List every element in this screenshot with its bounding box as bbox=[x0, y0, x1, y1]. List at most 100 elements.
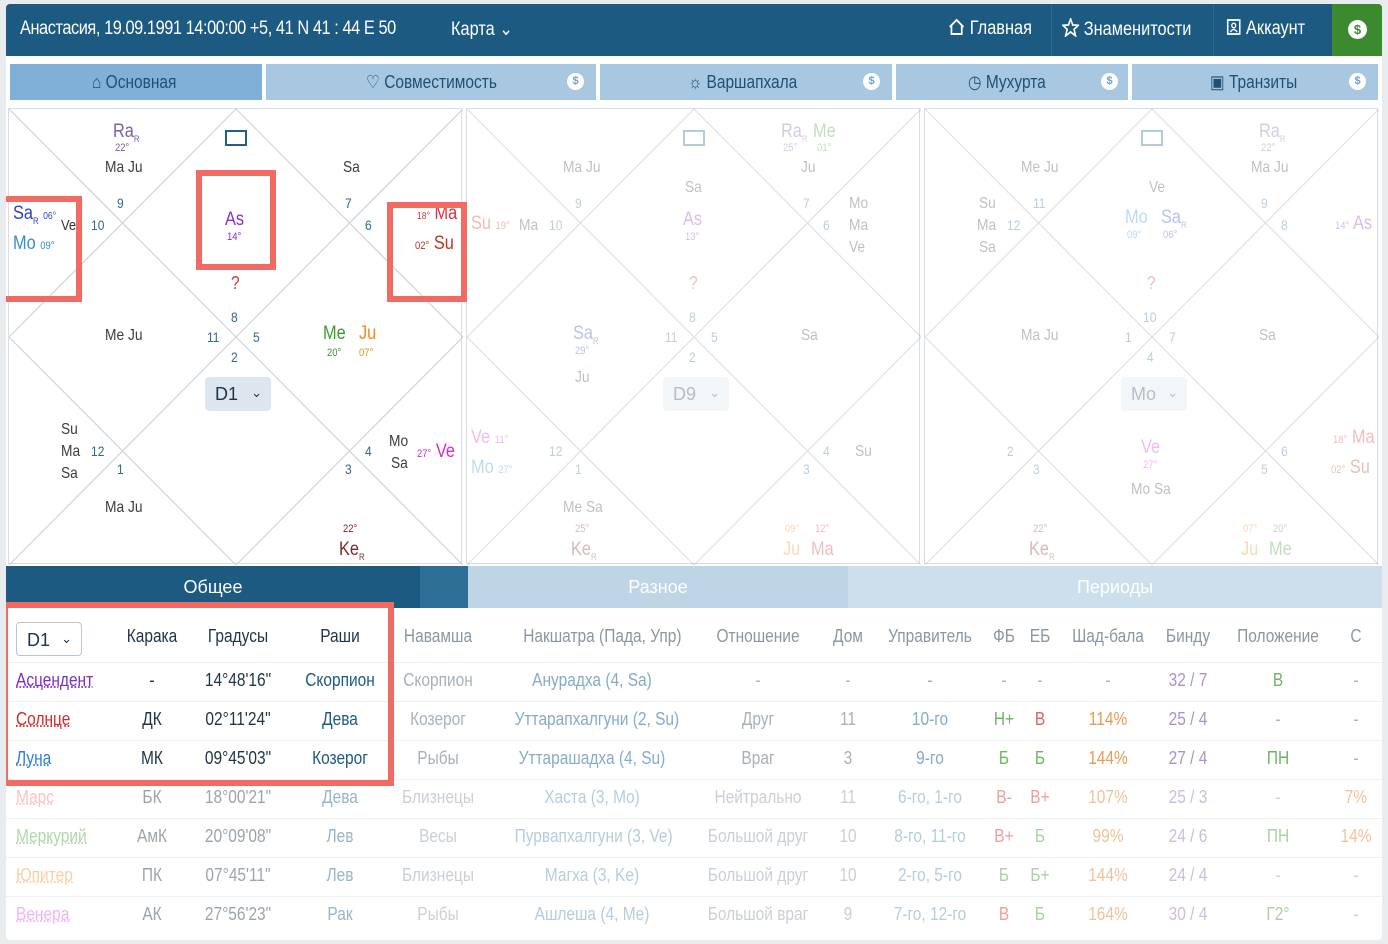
select-value: Mo bbox=[1131, 384, 1157, 404]
table-cell-nav: Близнецы bbox=[402, 865, 474, 885]
planet-me[interactable]: Me bbox=[813, 121, 836, 143]
house-number: 9 bbox=[117, 195, 124, 211]
planet-ma[interactable]: Ma bbox=[811, 539, 834, 561]
table-cell-nak[interactable]: Ашлеша (4, Me) bbox=[515, 904, 670, 925]
chart-division-select[interactable]: D1 ⌄ bbox=[205, 377, 271, 411]
planet-sa2: Sa bbox=[61, 465, 78, 482]
house-number: 5 bbox=[711, 329, 718, 345]
planet-name-link[interactable]: Луна bbox=[16, 748, 51, 769]
planet-su[interactable]: Su 19° bbox=[471, 213, 510, 235]
planet-as[interactable]: As bbox=[225, 209, 244, 231]
planet-ve[interactable]: Ve 11° bbox=[471, 427, 508, 449]
table-cell-nav: Рыбы bbox=[417, 748, 459, 768]
planet-group: Me Ju bbox=[1021, 159, 1059, 176]
planet-name-link[interactable]: Солнце bbox=[16, 709, 70, 730]
account-icon bbox=[1226, 19, 1241, 35]
nav-home-label: Главная bbox=[969, 18, 1032, 39]
map-menu[interactable]: Карта ⌄ bbox=[451, 18, 513, 41]
house-number: 4 bbox=[365, 443, 372, 459]
house-number: 10 bbox=[549, 217, 563, 233]
house-number: 2 bbox=[1007, 443, 1014, 459]
planet-mo[interactable]: Mo 27° bbox=[471, 457, 513, 479]
table-column-header[interactable]: Навамша bbox=[369, 626, 507, 647]
planet-degree: 13° bbox=[685, 231, 700, 243]
tab-misc[interactable]: Разное bbox=[468, 566, 848, 608]
planet-su[interactable]: 02° Su bbox=[415, 233, 454, 255]
table-column-header[interactable]: Накшатра (Пада, Упр) bbox=[523, 626, 681, 647]
tab-muhurta[interactable]: ◷ Мухурта $ bbox=[896, 64, 1128, 100]
planet-ra[interactable]: RaR bbox=[1259, 121, 1285, 144]
table-cell-nak[interactable]: Уттарапхалгуни (2, Su) bbox=[515, 709, 680, 730]
map-menu-label: Карта bbox=[451, 19, 495, 40]
tab-general[interactable]: Общее bbox=[6, 566, 420, 608]
planet-me[interactable]: Me bbox=[1269, 539, 1292, 561]
planet-group: Ma Ju bbox=[105, 159, 143, 176]
nav-celebrities[interactable]: Знаменитости bbox=[1060, 16, 1191, 41]
planet-ma[interactable]: 18° Ma bbox=[417, 203, 457, 225]
premium-button[interactable]: $ bbox=[1332, 4, 1382, 56]
chevron-down-icon: ⌄ bbox=[709, 385, 720, 400]
planet-ra[interactable]: RaR bbox=[113, 121, 139, 144]
table-cell-s: - bbox=[1353, 748, 1359, 768]
planet-ju[interactable]: Ju bbox=[783, 539, 800, 561]
planet-ke[interactable]: KeR bbox=[571, 539, 597, 562]
table-cell-nak[interactable]: Магха (3, Ke) bbox=[515, 865, 670, 886]
chart-title[interactable]: Анастасия, 19.09.1991 14:00:00 +5, 41 N … bbox=[20, 18, 396, 40]
house-number: 7 bbox=[345, 195, 352, 211]
house-number: 2 bbox=[689, 349, 696, 365]
chevron-down-icon: ⌄ bbox=[251, 385, 262, 400]
planet-ra[interactable]: RaR bbox=[781, 121, 807, 144]
planet-name-link[interactable]: Юпитер bbox=[16, 865, 73, 886]
house-number: 4 bbox=[1147, 349, 1154, 365]
planet-degree: 12° bbox=[815, 523, 830, 535]
planet-as[interactable]: As bbox=[683, 209, 702, 231]
planet-degree: 09° bbox=[1127, 229, 1142, 241]
house-number: 6 bbox=[365, 217, 372, 233]
planet-sa[interactable]: SaR bbox=[1161, 207, 1187, 230]
table-cell-nak[interactable]: Анурадха (4, Sa) bbox=[515, 670, 670, 691]
planet-table: D1 ⌄ Карака Градусы Раши Навамша Накшатра (П… bbox=[6, 608, 1382, 940]
unknown-time-marker[interactable]: ? bbox=[231, 273, 240, 294]
planet-ju[interactable]: Ju bbox=[1241, 539, 1258, 561]
home-icon: ⌂ bbox=[92, 72, 102, 92]
tab-main[interactable]: ⌂ Основная bbox=[10, 64, 262, 100]
house-number: 3 bbox=[803, 461, 810, 477]
planet-ju[interactable]: Ju bbox=[359, 323, 376, 345]
table-cell-nak[interactable]: Уттарашадха (4, Su) bbox=[515, 748, 670, 769]
planet-ke[interactable]: KeR bbox=[339, 539, 365, 562]
table-cell-nak[interactable]: Хаста (3, Mo) bbox=[515, 787, 670, 808]
nav-home[interactable]: Главная bbox=[948, 18, 1032, 40]
chevron-down-icon: ⌄ bbox=[61, 631, 72, 646]
planet-name-link[interactable]: Венера bbox=[16, 904, 69, 925]
chart-division-select[interactable]: Mo ⌄ bbox=[1121, 377, 1187, 411]
planet-ma[interactable]: 18° Ma bbox=[1333, 427, 1375, 449]
house-number: 3 bbox=[1033, 461, 1040, 477]
app-window: Анастасия, 19.09.1991 14:00:00 +5, 41 N … bbox=[6, 4, 1382, 940]
tab-compatibility[interactable]: ♡ Совместимость $ bbox=[266, 64, 596, 100]
table-column-header[interactable]: С bbox=[1287, 626, 1382, 647]
planet-as[interactable]: 14° As bbox=[1335, 213, 1372, 235]
planet-degree: 07° bbox=[1243, 523, 1258, 535]
planet-ve[interactable]: Ve bbox=[1141, 437, 1160, 459]
planet-sa[interactable]: SaR bbox=[573, 323, 599, 346]
table-division-select[interactable]: D1 ⌄ bbox=[16, 622, 82, 656]
tab-varshaphala[interactable]: ☼ Варшапхала $ bbox=[600, 64, 892, 100]
planet-me[interactable]: Me bbox=[323, 323, 346, 345]
nav-account[interactable]: Аккаунт bbox=[1226, 18, 1305, 40]
planet-mo[interactable]: Mo 09° bbox=[13, 233, 55, 255]
planet-ke[interactable]: KeR bbox=[1029, 539, 1055, 562]
planet-ma: Ma bbox=[519, 217, 539, 234]
planet-name-link[interactable]: Марс bbox=[16, 787, 54, 808]
tab-periods[interactable]: Периоды bbox=[848, 566, 1382, 608]
planet-su[interactable]: 02° Su bbox=[1331, 457, 1370, 479]
planet-degree: 29° bbox=[575, 345, 590, 357]
planet-ve[interactable]: 27° Ve bbox=[417, 441, 455, 463]
tab-transits[interactable]: ▣ Транзиты $ bbox=[1132, 64, 1378, 100]
tab-main-label: Основная bbox=[105, 72, 177, 92]
table-cell-nak[interactable]: Пурвапхалгуни (3, Ve) bbox=[515, 826, 673, 847]
chart-division-select[interactable]: D9 ⌄ bbox=[663, 377, 729, 411]
house-number: 8 bbox=[231, 309, 238, 325]
home-icon bbox=[949, 18, 965, 35]
planet-sa[interactable]: SaR 06° bbox=[13, 203, 56, 226]
planet-mo[interactable]: Mo bbox=[1125, 207, 1148, 229]
